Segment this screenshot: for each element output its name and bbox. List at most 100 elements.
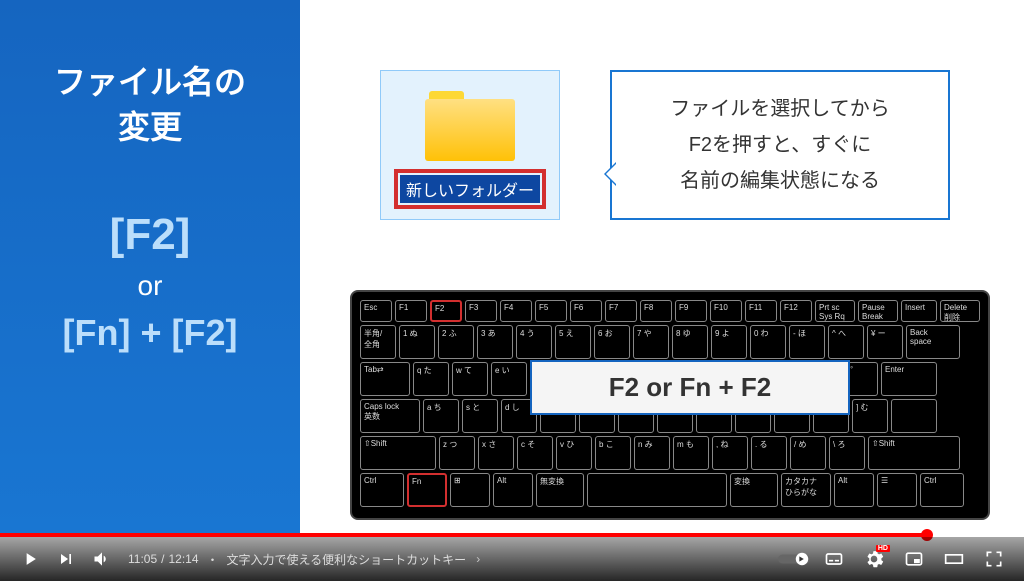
keyboard-key: Tab⇄: [360, 362, 410, 396]
bubble-text: ファイルを選択してからF2を押すと、すぐに名前の編集状態になる: [670, 91, 889, 199]
keyboard-row-5: ⇧Shiftz つx さc そv ひb こn みm も, ね. る/ め\ ろ⇧…: [360, 436, 980, 470]
miniplayer-button[interactable]: [896, 541, 932, 577]
keyboard-key: カタカナひらがな: [781, 473, 831, 507]
keyboard-key: Delete削除: [940, 300, 980, 322]
keyboard-key: ☰: [877, 473, 917, 507]
subtitles-button[interactable]: [816, 541, 852, 577]
player-controls: 11:05 / 12:14 ・ 文字入力で使える便利なショートカットキー › H…: [0, 537, 1024, 581]
slide-content: ファイル名の変更 [F2] or [Fn] + [F2] 新しいフォルダー: [0, 0, 1024, 535]
keyboard-key: 9 よ: [711, 325, 747, 359]
folder-icon: [425, 91, 515, 161]
keyboard-overlay-label: F2 or Fn + F2: [530, 360, 850, 415]
keyboard-key: Prt scSys Rq: [815, 300, 855, 322]
settings-button[interactable]: HD: [856, 541, 892, 577]
keyboard-key: F4: [500, 300, 532, 322]
keyboard-key: ¥ ー: [867, 325, 903, 359]
theater-mode-button[interactable]: [936, 541, 972, 577]
keyboard-row-2: 半角/全角1 ぬ2 ふ3 あ4 う5 え6 お7 や8 ゆ9 よ0 わ- ほ^ …: [360, 325, 980, 359]
volume-button[interactable]: [84, 541, 120, 577]
keyboard-key: ] む: [852, 399, 888, 433]
keyboard-key: v ひ: [556, 436, 592, 470]
keyboard-key: 5 え: [555, 325, 591, 359]
keyboard-key: Ctrl: [360, 473, 404, 507]
or-text: or: [138, 270, 163, 302]
chevron-right-icon[interactable]: ›: [476, 552, 480, 566]
keyboard-key: F3: [465, 300, 497, 322]
chapter-title[interactable]: 文字入力で使える便利なショートカットキー: [227, 551, 467, 568]
keyboard-key: 2 ふ: [438, 325, 474, 359]
keyboard-key: 4 う: [516, 325, 552, 359]
keyboard-key: 半角/全角: [360, 325, 396, 359]
time-separator: /: [161, 552, 164, 566]
current-time: 11:05: [128, 552, 157, 566]
keyboard-key: q た: [413, 362, 449, 396]
keyboard-key: F2: [430, 300, 462, 322]
keyboard-key: 3 あ: [477, 325, 513, 359]
keyboard-key: Caps lock英数: [360, 399, 420, 433]
keyboard-key: F6: [570, 300, 602, 322]
time-display: 11:05 / 12:14 ・ 文字入力で使える便利なショートカットキー ›: [128, 551, 480, 568]
keyboard-key: F12: [780, 300, 812, 322]
left-panel: ファイル名の変更 [F2] or [Fn] + [F2]: [0, 0, 300, 535]
keyboard-key: 1 ぬ: [399, 325, 435, 359]
keyboard-key: \ ろ: [829, 436, 865, 470]
keyboard-key: Alt: [493, 473, 533, 507]
keyboard-key: ⇧Shift: [360, 436, 436, 470]
keyboard-key: w て: [452, 362, 488, 396]
next-button[interactable]: [48, 541, 84, 577]
keyboard-key: Enter: [881, 362, 937, 396]
keyboard-key: 変換: [730, 473, 778, 507]
keyboard-key: F10: [710, 300, 742, 322]
keyboard-key: Esc: [360, 300, 392, 322]
keyboard-key: - ほ: [789, 325, 825, 359]
keyboard-key: 6 お: [594, 325, 630, 359]
keyboard-key: a ち: [423, 399, 459, 433]
keyboard-key: c そ: [517, 436, 553, 470]
slide-title: ファイル名の変更: [54, 60, 246, 150]
folder-name-editing: 新しいフォルダー: [400, 175, 540, 203]
keyboard-key: b こ: [595, 436, 631, 470]
keyboard-key: Ctrl: [920, 473, 964, 507]
keyboard-key: ⊞: [450, 473, 490, 507]
shortcut-key-1: [F2]: [110, 210, 191, 260]
keyboard-key: F1: [395, 300, 427, 322]
keyboard-key: F5: [535, 300, 567, 322]
video-player: ファイル名の変更 [F2] or [Fn] + [F2] 新しいフォルダー: [0, 0, 1024, 581]
keyboard-key: n み: [634, 436, 670, 470]
duration: 12:14: [168, 552, 198, 566]
shortcut-key-2: [Fn] + [F2]: [63, 312, 238, 354]
keyboard-key: F9: [675, 300, 707, 322]
keyboard-key: 7 や: [633, 325, 669, 359]
keyboard-key: ⇧Shift: [868, 436, 960, 470]
keyboard-key: Alt: [834, 473, 874, 507]
keyboard-key: , ね: [712, 436, 748, 470]
chapter-separator: ・: [207, 551, 219, 568]
keyboard-key: PauseBreak: [858, 300, 898, 322]
right-panel: 新しいフォルダー ファイルを選択してからF2を押すと、すぐに名前の編集状態になる…: [300, 0, 1024, 535]
keyboard-row-1: EscF1F2F3F4F5F6F7F8F9F10F11F12Prt scSys …: [360, 300, 980, 322]
keyboard-key: x さ: [478, 436, 514, 470]
keyboard-key: Insert: [901, 300, 937, 322]
hd-badge: HD: [876, 545, 890, 552]
keyboard-key: e い: [491, 362, 527, 396]
keyboard-key: 0 わ: [750, 325, 786, 359]
keyboard-key: m も: [673, 436, 709, 470]
folder-selected: 新しいフォルダー: [380, 70, 560, 220]
keyboard-key: z つ: [439, 436, 475, 470]
keyboard-key: Backspace: [906, 325, 960, 359]
keyboard-key: F7: [605, 300, 637, 322]
keyboard-key: F11: [745, 300, 777, 322]
fullscreen-button[interactable]: [976, 541, 1012, 577]
autoplay-toggle[interactable]: [776, 541, 812, 577]
right-controls: HD: [776, 541, 1012, 577]
keyboard-key: [587, 473, 727, 507]
folder-example: 新しいフォルダー: [380, 70, 560, 220]
keyboard-key: . る: [751, 436, 787, 470]
keyboard-row-6: CtrlFn⊞Alt無変換変換カタカナひらがなAlt☰Ctrl: [360, 473, 980, 507]
keyboard-key: [891, 399, 937, 433]
keyboard-key: 無変換: [536, 473, 584, 507]
keyboard-key: Fn: [407, 473, 447, 507]
keyboard-key: F8: [640, 300, 672, 322]
keyboard-key: 8 ゆ: [672, 325, 708, 359]
play-button[interactable]: [12, 541, 48, 577]
